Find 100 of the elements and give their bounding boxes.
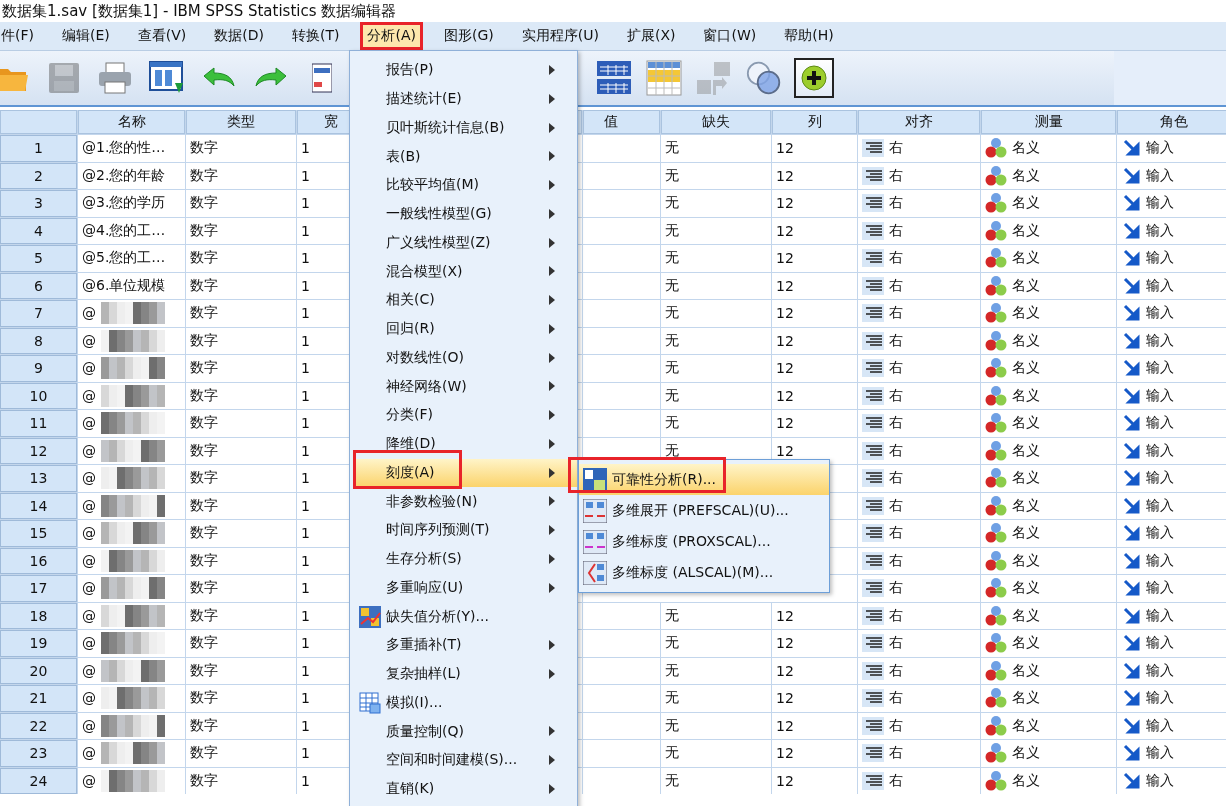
measure-value: 名义 (1012, 771, 1040, 790)
row-header[interactable]: 21 (0, 685, 77, 712)
menu-item[interactable]: 多维标度 (ALSCAL)(M)... (579, 557, 829, 588)
menu-title[interactable]: 图形(G) (437, 22, 501, 50)
row-header[interactable]: 5 (0, 245, 77, 272)
align-value: 右 (889, 496, 903, 515)
align-value: 右 (889, 221, 903, 240)
table-cell: 12 (772, 300, 857, 327)
measure-value: 名义 (1012, 166, 1040, 185)
column-header[interactable]: 角色 (1117, 110, 1226, 134)
table-cell: 12 (772, 245, 857, 272)
table-cell: 无 (661, 272, 771, 299)
window-title: 数据集1.sav [数据集1] - IBM SPSS Statistics 数据编辑器 (2, 1, 397, 21)
variable-name: @1.您的性… (82, 139, 166, 158)
variable-name: @ (82, 442, 96, 459)
measure-value: 名义 (1012, 551, 1040, 570)
measure-value: 名义 (1012, 634, 1040, 653)
align-value: 右 (889, 386, 903, 405)
menu-title[interactable]: 查看(V) (130, 22, 194, 50)
role-value: 输入 (1146, 661, 1174, 680)
column-header[interactable]: 列 (772, 110, 857, 134)
row-header[interactable]: 12 (0, 437, 77, 464)
menu-title[interactable]: 转换(T) (285, 22, 347, 50)
table-cell: 12 (772, 162, 857, 189)
menu-title[interactable]: 编辑(E) (55, 22, 117, 50)
table-cell: 无 (661, 190, 771, 217)
table-cell: 数字 (186, 190, 296, 217)
variable-name: @ (82, 635, 96, 652)
role-value: 输入 (1146, 496, 1174, 515)
row-header[interactable]: 3 (0, 190, 77, 217)
measure-value: 名义 (1012, 496, 1040, 515)
menu-title[interactable]: 数据(D) (207, 22, 271, 50)
variable-name: @ (82, 305, 96, 322)
row-header[interactable]: 10 (0, 382, 77, 409)
measure-value: 名义 (1012, 689, 1040, 708)
row-header[interactable]: 17 (0, 575, 77, 602)
column-header[interactable]: 类型 (186, 110, 296, 134)
table-cell: 12 (772, 355, 857, 382)
role-value: 输入 (1146, 689, 1174, 708)
align-value: 右 (889, 606, 903, 625)
column-header[interactable]: 值 (583, 110, 660, 134)
row-header[interactable]: 18 (0, 602, 77, 629)
menu-item[interactable]: 多重插补(T) (353, 631, 577, 660)
table-cell: 无 (661, 767, 771, 794)
menu-item[interactable]: 缺失值分析(Y)... (353, 602, 577, 631)
measure-value: 名义 (1012, 744, 1040, 763)
menu-item[interactable]: 报告(P) (353, 56, 577, 85)
column-header[interactable]: 名称 (78, 110, 185, 134)
menu-title[interactable]: 件(F) (0, 22, 41, 50)
menu-item[interactable]: 生存分析(S) (353, 544, 577, 574)
variable-name: @ (82, 415, 96, 432)
table-cell: 12 (772, 740, 857, 767)
row-header[interactable]: 8 (0, 327, 77, 354)
role-value: 输入 (1146, 414, 1174, 433)
table-cell: 12 (772, 410, 857, 437)
column-header[interactable]: 缺失 (661, 110, 771, 134)
role-value: 输入 (1146, 634, 1174, 653)
column-header[interactable]: 测量 (981, 110, 1116, 134)
table-cell: 无 (661, 712, 771, 739)
row-header[interactable]: 2 (0, 162, 77, 189)
menu-title[interactable]: 扩展(X) (619, 22, 683, 50)
row-header[interactable]: 13 (0, 465, 77, 492)
row-header[interactable]: 22 (0, 712, 77, 739)
menu-title[interactable]: 实用程序(U) (514, 22, 606, 50)
row-header[interactable]: 9 (0, 355, 77, 382)
variable-name: @ (82, 772, 96, 789)
role-value: 输入 (1146, 716, 1174, 735)
menu-item[interactable]: 刻度(A) (353, 458, 577, 488)
menu-title[interactable]: 帮助(H) (777, 22, 841, 50)
menu-item[interactable]: 多维展开 (PREFSCAL)(U)... (579, 495, 829, 526)
row-header[interactable]: 6 (0, 272, 77, 299)
row-header[interactable]: 4 (0, 217, 77, 244)
table-cell: 无 (661, 685, 771, 712)
menu-title[interactable]: 分析(A) (360, 22, 423, 50)
row-header[interactable]: 11 (0, 410, 77, 437)
row-header[interactable]: 1 (0, 135, 77, 162)
table-cell: 数字 (186, 712, 296, 739)
table-cell: 数字 (186, 547, 296, 574)
menu-item[interactable]: 多维标度 (PROXSCAL)... (579, 526, 829, 557)
measure-value: 名义 (1012, 304, 1040, 323)
table-cell: 12 (772, 602, 857, 629)
align-value: 右 (889, 551, 903, 570)
menu-item[interactable]: 可靠性分析(R)... (579, 464, 829, 495)
role-value: 输入 (1146, 276, 1174, 295)
menu-item[interactable]: 描述统计(E) (353, 84, 577, 114)
menu-item[interactable]: 多重响应(U) (353, 573, 577, 603)
row-header[interactable]: 14 (0, 492, 77, 519)
column-header[interactable]: 对齐 (858, 110, 980, 134)
variable-name: @ (82, 332, 96, 349)
row-header[interactable]: 20 (0, 657, 77, 684)
table-cell: 数字 (186, 410, 296, 437)
role-value: 输入 (1146, 606, 1174, 625)
measure-value: 名义 (1012, 194, 1040, 213)
row-header[interactable]: 16 (0, 547, 77, 574)
row-header[interactable]: 19 (0, 630, 77, 657)
row-header[interactable]: 15 (0, 520, 77, 547)
menu-title[interactable]: 窗口(W) (696, 22, 764, 50)
row-header[interactable]: 24 (0, 767, 77, 794)
row-header[interactable]: 7 (0, 300, 77, 327)
row-header[interactable]: 23 (0, 740, 77, 767)
